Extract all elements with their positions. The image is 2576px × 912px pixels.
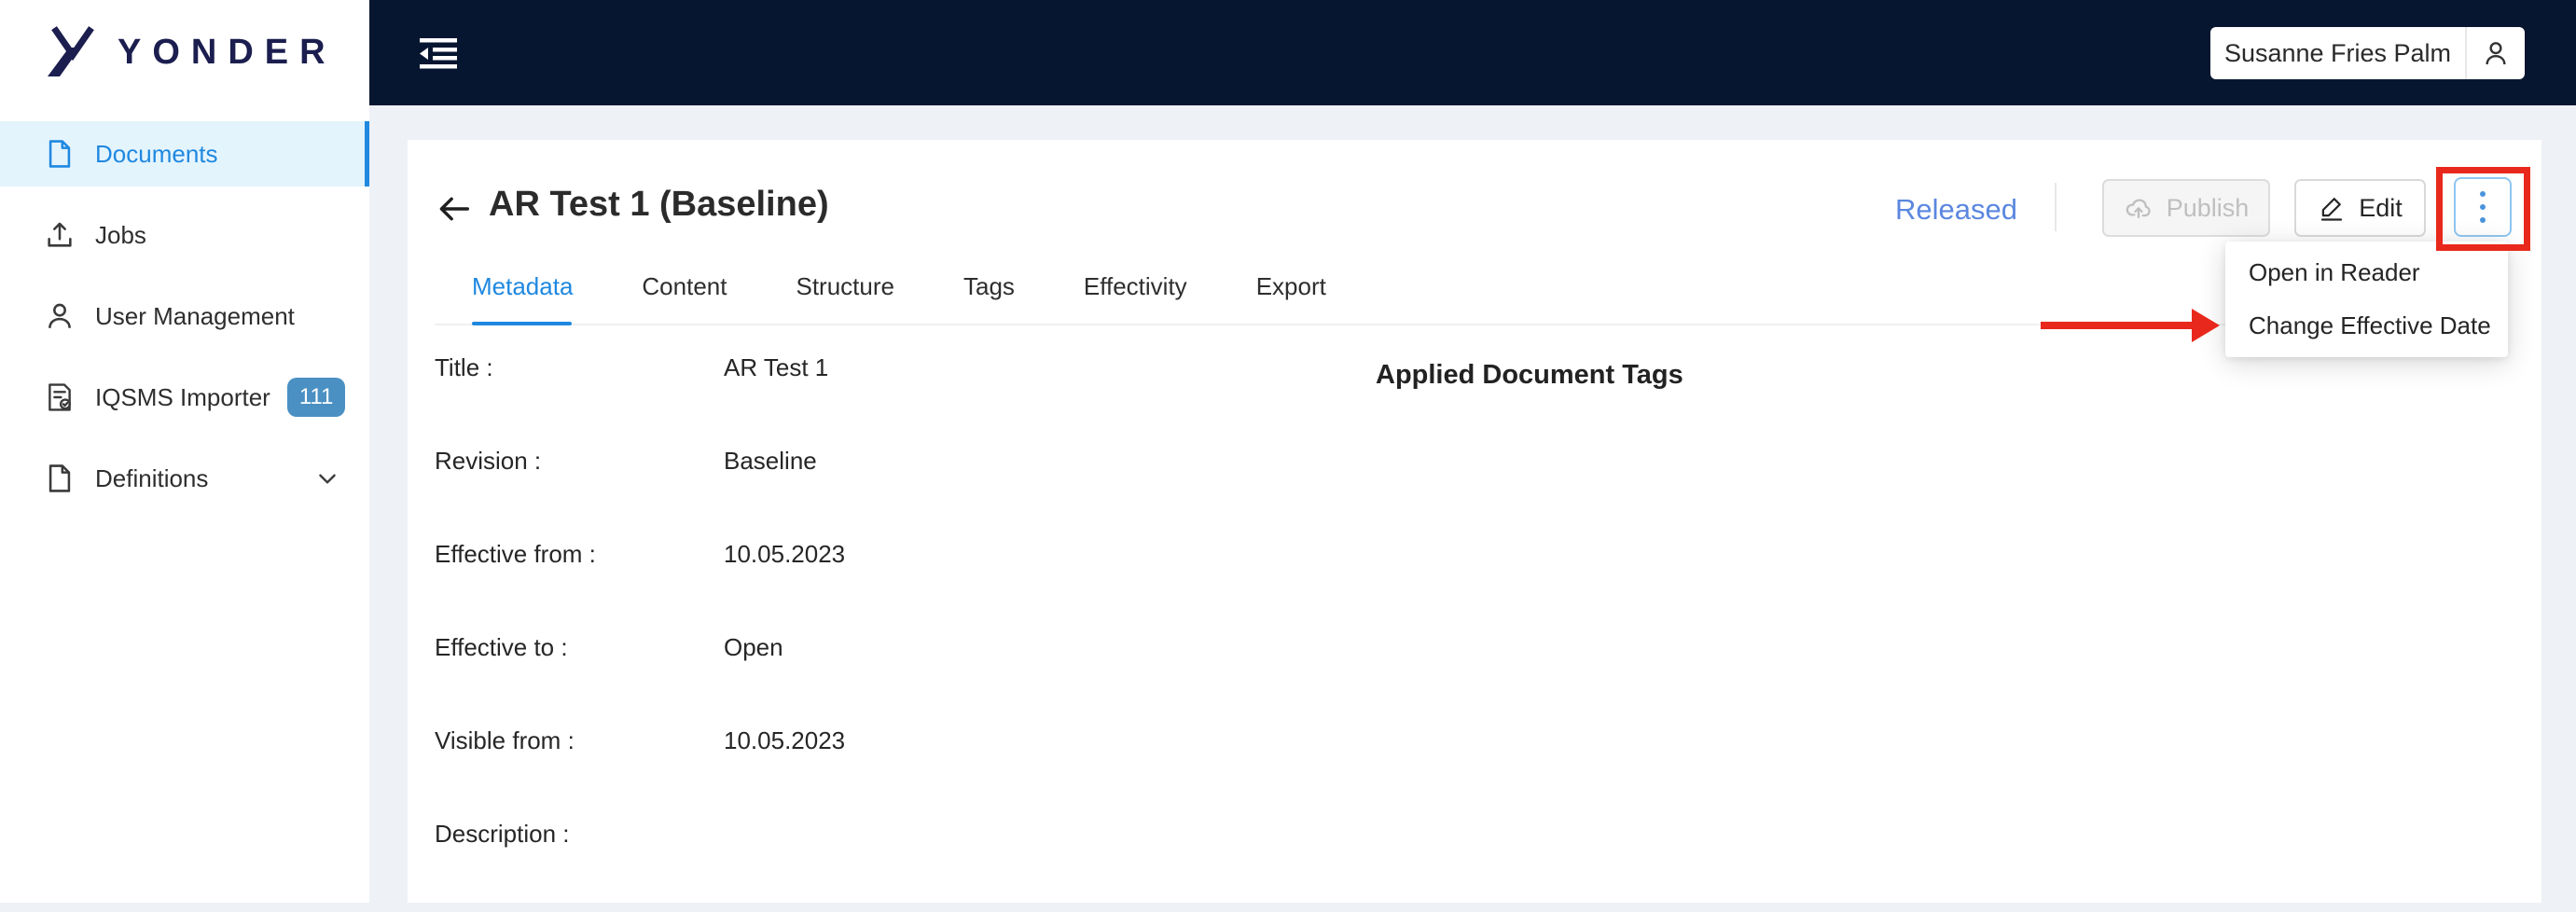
file-icon xyxy=(44,463,76,494)
field-value: AR Test 1 xyxy=(724,352,829,381)
sidebar-item-label: Definitions xyxy=(95,463,209,492)
page-title: AR Test 1 (Baseline) xyxy=(489,185,829,224)
person-icon xyxy=(2467,27,2525,79)
sidebar-collapse-button[interactable] xyxy=(414,31,461,76)
status-released: Released xyxy=(1895,193,2017,226)
file-icon xyxy=(44,138,76,170)
menu-item-open-in-reader[interactable]: Open in Reader xyxy=(2225,246,2508,299)
field-label: Title : xyxy=(435,352,493,381)
more-actions-dropdown: Open in Reader Change Effective Date xyxy=(2225,242,2508,357)
metadata-row-revision: Revision : Baseline xyxy=(435,446,845,476)
document-tabs: Metadata Content Structure Tags Effectiv… xyxy=(472,270,1395,302)
menu-fold-icon xyxy=(416,35,459,72)
tab-effectivity[interactable]: Effectivity xyxy=(1084,270,1187,302)
user-name: Susanne Fries Palm xyxy=(2223,38,2452,67)
upload-icon xyxy=(44,219,76,251)
metadata-row-visible-from: Visible from : 10.05.2023 xyxy=(435,725,845,755)
metadata-list: Title : AR Test 1 Revision : Baseline Ef… xyxy=(435,352,845,912)
edit-pen-icon xyxy=(2318,194,2346,222)
metadata-row-title: Title : AR Test 1 xyxy=(435,352,845,382)
metadata-row-description: Description : xyxy=(435,819,845,849)
metadata-row-effective-from: Effective from : 10.05.2023 xyxy=(435,539,845,569)
sidebar-item-label: IQSMS Importer xyxy=(95,382,270,411)
annotation-highlight-box xyxy=(2436,167,2530,251)
field-label: Revision : xyxy=(435,446,542,475)
publish-label: Publish xyxy=(2166,193,2250,222)
sidebar-item-definitions[interactable]: Definitions xyxy=(0,446,369,511)
arrow-left-icon xyxy=(436,190,473,228)
field-label: Visible from : xyxy=(435,725,575,754)
metadata-row-effective-to: Effective to : Open xyxy=(435,632,845,662)
sidebar-item-user-management[interactable]: User Management xyxy=(0,283,369,349)
back-button[interactable] xyxy=(436,190,473,228)
field-value: 10.05.2023 xyxy=(724,725,846,754)
field-value: Baseline xyxy=(724,446,817,475)
count-badge: 111 xyxy=(286,378,346,417)
person-icon xyxy=(44,300,76,332)
brand-logo: YONDER xyxy=(0,0,369,105)
sidebar-menu: Documents Jobs User Management IQSMS Imp… xyxy=(0,105,369,511)
yonder-logo-icon xyxy=(41,23,101,83)
menu-item-change-effective-date[interactable]: Change Effective Date xyxy=(2225,299,2508,352)
top-bar: YONDER Susanne Fries Palm xyxy=(0,0,2576,105)
brand-wordmark: YONDER xyxy=(118,33,337,72)
publish-button[interactable]: Publish xyxy=(2102,179,2270,237)
edit-label: Edit xyxy=(2359,193,2403,222)
sidebar-item-label: Jobs xyxy=(95,220,146,249)
sidebar-item-label: Documents xyxy=(95,139,218,168)
sidebar-item-documents[interactable]: Documents xyxy=(0,121,369,187)
active-tab-indicator xyxy=(472,322,572,325)
annotation-arrow-head-icon xyxy=(2192,309,2220,342)
edit-button[interactable]: Edit xyxy=(2294,179,2426,237)
field-value: Open xyxy=(724,632,783,661)
tab-structure[interactable]: Structure xyxy=(796,270,894,302)
sidebar-item-label: User Management xyxy=(95,301,295,330)
field-value: 10.05.2023 xyxy=(724,539,846,568)
annotation-arrow xyxy=(2041,322,2195,329)
field-label: Effective to : xyxy=(435,632,568,661)
tab-content[interactable]: Content xyxy=(642,270,727,302)
sidebar-item-iqsms-importer[interactable]: IQSMS Importer 111 xyxy=(0,365,369,430)
sidebar-item-jobs[interactable]: Jobs xyxy=(0,202,369,268)
applied-document-tags-heading: Applied Document Tags xyxy=(1376,360,1683,390)
cloud-upload-icon xyxy=(2124,193,2154,223)
document-detail-card: AR Test 1 (Baseline) Released Publish Ed… xyxy=(408,140,2541,903)
tab-tags[interactable]: Tags xyxy=(963,270,1015,302)
file-protect-icon xyxy=(44,381,76,413)
user-menu-button[interactable]: Susanne Fries Palm xyxy=(2210,27,2525,79)
tab-export[interactable]: Export xyxy=(1256,270,1326,302)
tab-metadata[interactable]: Metadata xyxy=(472,270,573,302)
chevron-down-icon xyxy=(315,466,339,491)
field-label: Effective from : xyxy=(435,539,596,568)
field-label: Description : xyxy=(435,819,570,848)
divider xyxy=(2055,183,2057,231)
screen: YONDER Susanne Fries Palm Documents Jobs… xyxy=(0,0,2576,903)
sidebar: Documents Jobs User Management IQSMS Imp… xyxy=(0,105,369,903)
